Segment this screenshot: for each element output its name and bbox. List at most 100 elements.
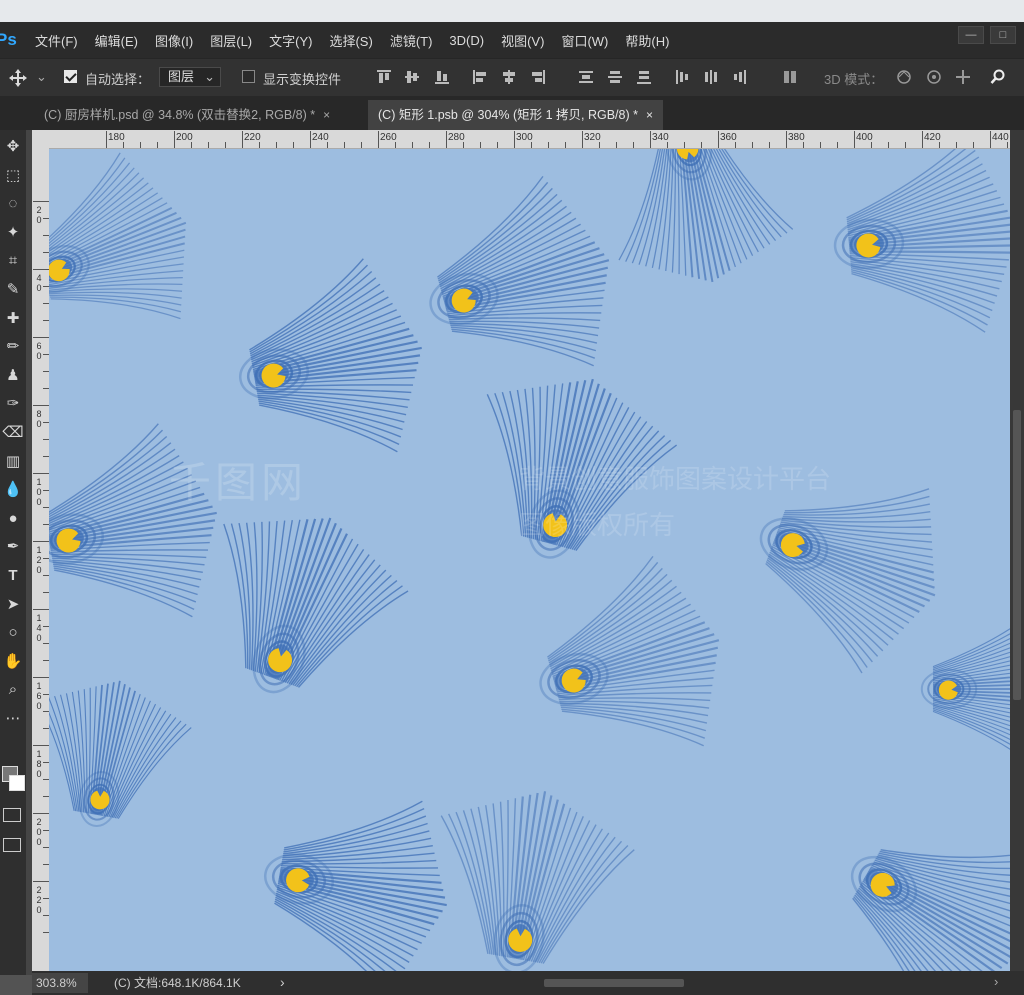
ruler-label: 180	[36, 749, 42, 779]
horizontal-scroll-thumb[interactable]	[544, 979, 684, 987]
search-icon[interactable]	[990, 69, 1006, 85]
document-info[interactable]: (C) 文档:648.1K/864.1K	[114, 974, 241, 992]
menu-edit[interactable]: 编辑(E)	[95, 31, 138, 50]
dodge-tool-icon[interactable]: ●	[2, 508, 24, 530]
brush-tool-icon[interactable]: ✏	[2, 336, 24, 358]
distribute-left-icon[interactable]	[674, 69, 690, 85]
gradient-tool-icon[interactable]: ▥	[2, 451, 24, 473]
scroll-right-icon[interactable]: ›	[994, 974, 998, 989]
ruler-tick	[786, 131, 787, 148]
hand-tool-icon[interactable]: ✋	[2, 651, 24, 673]
history-brush-tool-icon[interactable]: ✑	[2, 393, 24, 415]
vertical-ruler[interactable]: 20 40 60 80 100 120 140 160 180 200 220	[32, 148, 50, 971]
close-icon[interactable]: ×	[323, 108, 330, 122]
menu-3d[interactable]: 3D(D)	[449, 33, 484, 48]
align-right-icon[interactable]	[530, 69, 546, 85]
toolbox: ✥ ⬚ ◌ ✦ ⌗ ✎ ✚ ✏ ♟ ✑ ⌫ ▥ 💧 ● ✒ T ➤ ○ ✋ ⌕ ⋯	[0, 130, 26, 975]
horizontal-ruler[interactable]: 180 200 220 240 260 280 300 320 340 360 380 400 420 4…	[48, 130, 1010, 149]
align-hcenter-icon[interactable]	[501, 69, 517, 85]
menu-image[interactable]: 图像(I)	[155, 31, 193, 50]
distribute-right-icon[interactable]	[732, 69, 748, 85]
ruler-tick	[769, 142, 770, 148]
auto-select-target-dropdown[interactable]: 图层 ⌄	[159, 67, 221, 87]
quick-mask-icon[interactable]	[3, 808, 21, 822]
maximize-button[interactable]: □	[990, 26, 1016, 44]
distribute-top-icon[interactable]	[578, 69, 594, 85]
align-top-icon[interactable]	[376, 69, 392, 85]
type-tool-icon[interactable]: T	[2, 565, 24, 587]
zoom-level-field[interactable]: 303.8%	[32, 973, 88, 993]
tab-rectangle-1[interactable]: (C) 矩形 1.psb @ 304% (矩形 1 拷贝, RGB/8) * ×	[368, 100, 663, 130]
magic-wand-tool-icon[interactable]: ✦	[2, 222, 24, 244]
menu-type[interactable]: 文字(Y)	[269, 31, 312, 50]
ruler-label: 320	[584, 132, 601, 143]
move-tool-icon[interactable]: ✥	[2, 136, 24, 158]
document-canvas[interactable]: 千图网 背景创意服饰图案设计平台 图像版权所有	[49, 149, 1010, 971]
eyedropper-tool-icon[interactable]: ✎	[2, 279, 24, 301]
zoom-tool-icon[interactable]: ⌕	[2, 679, 24, 701]
healing-brush-tool-icon[interactable]: ✚	[2, 308, 24, 330]
menu-view[interactable]: 视图(V)	[501, 31, 544, 50]
ruler-tick	[548, 142, 549, 148]
ruler-tick	[33, 813, 49, 814]
pan-3d-icon[interactable]	[955, 69, 971, 85]
distribute-bottom-icon[interactable]	[636, 69, 652, 85]
ruler-tick	[33, 201, 49, 202]
peacock-feather	[833, 149, 1010, 333]
lasso-tool-icon[interactable]: ◌	[2, 193, 24, 215]
status-menu-chevron-icon[interactable]: ›	[280, 974, 285, 990]
ruler-tick	[157, 142, 158, 148]
vertical-scroll-thumb[interactable]	[1013, 410, 1021, 700]
align-vcenter-icon[interactable]	[404, 69, 420, 85]
pen-tool-icon[interactable]: ✒	[2, 536, 24, 558]
ruler-label: 20	[36, 205, 42, 225]
roll-3d-icon[interactable]	[926, 69, 942, 85]
clone-stamp-tool-icon[interactable]: ♟	[2, 365, 24, 387]
ruler-label: 420	[924, 132, 941, 143]
background-color-swatch[interactable]	[9, 775, 25, 791]
eraser-tool-icon[interactable]: ⌫	[2, 422, 24, 444]
ruler-tick	[33, 609, 49, 610]
ruler-tick	[650, 131, 651, 148]
close-icon[interactable]: ×	[646, 108, 653, 122]
ruler-tick	[480, 142, 481, 148]
ruler-tick	[174, 131, 175, 148]
auto-align-icon[interactable]	[782, 69, 798, 85]
ruler-origin[interactable]	[32, 130, 48, 148]
tab-kitchen-mockup[interactable]: (C) 厨房样机.psd @ 34.8% (双击替换2, RGB/8) * ×	[34, 100, 340, 130]
show-transform-checkbox[interactable]	[242, 70, 255, 83]
menu-help[interactable]: 帮助(H)	[625, 31, 669, 50]
document-tab-bar: (C) 厨房样机.psd @ 34.8% (双击替换2, RGB/8) * × (…	[0, 96, 1024, 130]
align-left-icon[interactable]	[472, 69, 488, 85]
ruler-tick	[565, 142, 566, 148]
vertical-scrollbar[interactable]	[1010, 130, 1024, 975]
ruler-tick	[242, 131, 243, 148]
options-bar: ⌄ 自动选择： 图层 ⌄ 显示变换控件 3D 模式：	[0, 58, 1024, 97]
ruler-tick	[293, 142, 294, 148]
move-tool-icon[interactable]	[8, 68, 28, 88]
horizontal-scrollbar[interactable]	[294, 975, 1014, 991]
auto-select-checkbox[interactable]	[64, 70, 77, 83]
menu-layer[interactable]: 图层(L)	[210, 31, 252, 50]
path-selection-tool-icon[interactable]: ➤	[2, 594, 24, 616]
marquee-tool-icon[interactable]: ⬚	[2, 165, 24, 187]
title-strip	[0, 0, 1024, 22]
distribute-hcenter-icon[interactable]	[703, 69, 719, 85]
ellipse-tool-icon[interactable]: ○	[2, 622, 24, 644]
screen-mode-icon[interactable]	[3, 838, 21, 852]
blur-tool-icon[interactable]: 💧	[2, 479, 24, 501]
distribute-vcenter-icon[interactable]	[607, 69, 623, 85]
menu-select[interactable]: 选择(S)	[329, 31, 372, 50]
ruler-label: 120	[36, 545, 42, 575]
align-bottom-icon[interactable]	[434, 69, 450, 85]
ruler-tick	[752, 142, 753, 148]
menu-filter[interactable]: 滤镜(T)	[390, 31, 433, 50]
more-tools-icon[interactable]: ⋯	[2, 708, 24, 730]
menu-file[interactable]: 文件(F)	[35, 31, 78, 50]
menu-window[interactable]: 窗口(W)	[561, 31, 608, 50]
crop-tool-icon[interactable]: ⌗	[2, 250, 24, 272]
ruler-tick	[33, 473, 49, 474]
minimize-button[interactable]: —	[958, 26, 984, 44]
rotate-3d-icon[interactable]	[896, 69, 912, 85]
tool-preset-chevron-icon[interactable]: ⌄	[36, 69, 47, 85]
